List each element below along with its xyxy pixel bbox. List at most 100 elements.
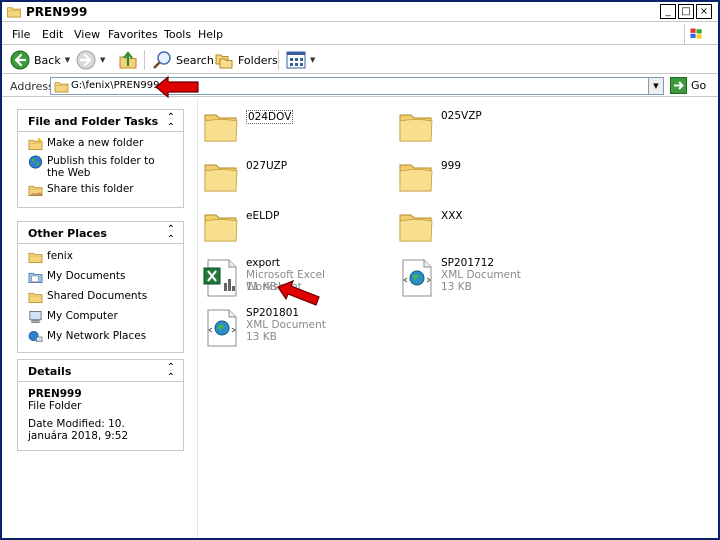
folder-icon [54, 80, 69, 93]
details-title: Details [28, 365, 72, 378]
address-dropdown-button[interactable]: ▼ [648, 78, 663, 94]
xml-file-icon [398, 259, 434, 297]
task-pane: File and Folder Tasks ⌃ ⌃ Make a new fold… [2, 98, 198, 538]
forward-arrow-icon [76, 50, 96, 70]
go-label: Go [691, 79, 707, 92]
folder-icon [398, 207, 434, 245]
file-item-025vzp[interactable]: 025VZP [394, 103, 574, 149]
documents-icon [28, 272, 43, 283]
folders-label: Folders [238, 53, 278, 67]
file-item-999[interactable]: 999 [394, 153, 574, 199]
menu-view[interactable]: View [74, 28, 100, 41]
file-name: 025VZP [441, 110, 482, 122]
file-name: 027UZP [246, 160, 288, 172]
other-places-header[interactable]: Other Places ⌃ ⌃ [18, 222, 183, 245]
address-input[interactable]: G:\fenix\PREN999 ▼ [50, 77, 664, 95]
title-bar[interactable]: PREN999 _ □ × [2, 2, 718, 22]
folder-icon [203, 207, 239, 245]
address-pointer-arrow-icon [155, 75, 199, 99]
menu-favorites[interactable]: Favorites [108, 28, 158, 41]
folders-button[interactable]: Folders [214, 49, 278, 71]
details-kind: File Folder [28, 400, 82, 412]
views-button[interactable]: ▼ [286, 49, 315, 71]
windows-logo-icon [684, 24, 702, 44]
file-item-027uzp[interactable]: 027UZP [199, 153, 379, 199]
network-icon [28, 331, 43, 342]
task-label: Make a new folder [47, 137, 144, 149]
file-item-xxx[interactable]: XXX [394, 203, 574, 249]
file-item-sp201712[interactable]: SP201712 XML Document 13 KB [394, 255, 574, 301]
file-tasks-title: File and Folder Tasks [28, 115, 159, 128]
task-label: Share this folder [47, 183, 134, 195]
menu-edit[interactable]: Edit [42, 28, 63, 41]
forward-button[interactable]: ▼ [76, 49, 105, 71]
place-my-computer[interactable]: My Computer [28, 310, 175, 324]
folder-icon [398, 107, 434, 145]
file-item-024dov[interactable]: 024DOV [199, 103, 379, 149]
up-folder-button[interactable] [118, 49, 138, 71]
task-share-folder[interactable]: Share this folder [28, 183, 175, 197]
file-tasks-panel: File and Folder Tasks ⌃ ⌃ Make a new fold… [17, 109, 184, 208]
folder-icon [28, 250, 43, 264]
shared-folder-icon [28, 290, 43, 304]
maximize-button[interactable]: □ [678, 4, 694, 19]
file-size: 13 KB [246, 331, 277, 343]
file-item-eeldp[interactable]: eELDP [199, 203, 379, 249]
go-arrow-icon [670, 77, 687, 94]
task-publish-folder[interactable]: Publish this folder to the Web [28, 155, 175, 179]
place-label: My Computer [47, 310, 118, 322]
file-type: XML Document [246, 319, 326, 331]
details-panel: Details ⌃ ⌃ PREN999 File Folder Date Modi… [17, 359, 184, 451]
details-header[interactable]: Details ⌃ ⌃ [18, 360, 183, 383]
views-icon [286, 51, 306, 69]
menu-help[interactable]: Help [198, 28, 223, 41]
address-bar: Address G:\fenix\PREN999 ▼ Go [2, 75, 718, 97]
file-name: eELDP [246, 210, 280, 222]
window-title: PREN999 [26, 5, 88, 19]
computer-icon [29, 311, 42, 323]
menu-tools[interactable]: Tools [164, 28, 191, 41]
chevron-down-icon: ▼ [310, 56, 316, 64]
folder-icon [203, 157, 239, 195]
toolbar: Back ▼ ▼ Search Folders ▼ [2, 46, 718, 74]
back-button[interactable]: Back ▼ [10, 49, 70, 71]
folder-icon [6, 5, 22, 18]
folders-icon [215, 54, 233, 69]
folder-icon [203, 107, 239, 145]
file-list: 024DOV 025VZP 027UZP 999 eELDP XXX expor… [199, 98, 718, 538]
window-controls: _ □ × [660, 4, 712, 19]
address-label: Address [10, 80, 54, 93]
chevron-down-icon: ▼ [64, 56, 71, 64]
file-tasks-header[interactable]: File and Folder Tasks ⌃ ⌃ [18, 110, 183, 133]
menu-bar: File Edit View Favorites Tools Help [2, 23, 718, 45]
explorer-window: PREN999 _ □ × File Edit View Favorites T… [0, 0, 720, 540]
place-label: fenix [47, 250, 73, 262]
minimize-button[interactable]: _ [660, 4, 676, 19]
collapse-chevron-icon[interactable]: ⌃ ⌃ [167, 363, 175, 383]
go-button[interactable]: Go [670, 77, 706, 94]
other-places-title: Other Places [28, 227, 107, 240]
back-label: Back [34, 53, 61, 67]
up-folder-icon [119, 51, 137, 69]
search-icon [153, 51, 171, 69]
collapse-chevron-icon[interactable]: ⌃ ⌃ [167, 225, 175, 245]
close-button[interactable]: × [696, 4, 712, 19]
menu-file[interactable]: File [12, 28, 30, 41]
place-my-documents[interactable]: My Documents [28, 270, 175, 284]
file-pointer-arrow-icon [277, 279, 320, 306]
place-my-network[interactable]: My Network Places [28, 330, 175, 344]
place-fenix[interactable]: fenix [28, 250, 175, 264]
back-arrow-icon [10, 50, 30, 70]
task-make-new-folder[interactable]: Make a new folder [28, 137, 175, 151]
other-places-panel: Other Places ⌃ ⌃ fenix My Documents Shar… [17, 221, 184, 353]
xml-file-icon [203, 309, 239, 347]
details-modified: Date Modified: 10. januára 2018, 9:52 [28, 418, 129, 442]
search-button[interactable]: Search [152, 49, 214, 71]
collapse-chevron-icon[interactable]: ⌃ ⌃ [167, 113, 175, 133]
file-size: 13 KB [441, 281, 472, 293]
address-value: G:\fenix\PREN999 [71, 80, 160, 91]
file-item-sp201801[interactable]: SP201801 XML Document 13 KB [199, 305, 379, 351]
place-label: My Network Places [47, 330, 147, 342]
share-folder-icon [28, 183, 43, 197]
place-shared-documents[interactable]: Shared Documents [28, 290, 175, 304]
